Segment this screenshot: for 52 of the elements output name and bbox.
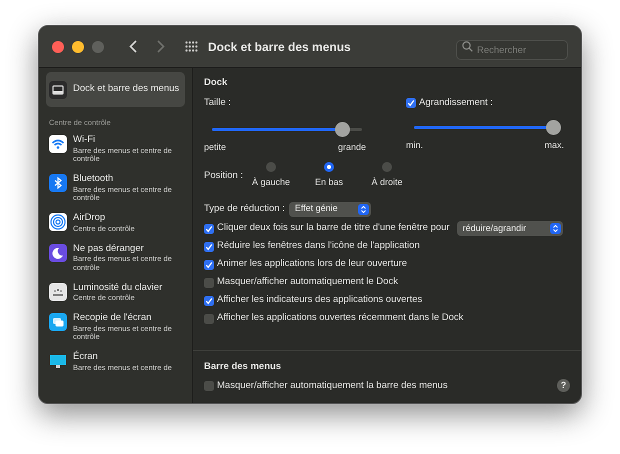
radio-label: À droite bbox=[371, 176, 403, 189]
min-label: petite bbox=[204, 140, 226, 154]
checkbox-label: Réduire les fenêtres dans l'icône de l'application bbox=[217, 239, 420, 254]
max-label: grande bbox=[338, 140, 366, 154]
grid-icon[interactable] bbox=[185, 41, 198, 52]
popup-label: Type de réduction : bbox=[204, 202, 285, 216]
wifi-icon bbox=[49, 135, 67, 154]
max-label: max. bbox=[544, 138, 564, 152]
min-label: min. bbox=[406, 138, 424, 152]
checkbox-label: Masquer/afficher automatiquement la barre des menus bbox=[217, 378, 448, 393]
help-button[interactable]: ? bbox=[557, 379, 570, 392]
display-icon bbox=[49, 352, 67, 370]
checkbox-label: Afficher les indicateurs des applications ouvertes bbox=[217, 293, 422, 308]
checkbox[interactable] bbox=[204, 242, 214, 252]
sidebar-item[interactable]: Dock et barre des menus bbox=[46, 72, 185, 107]
checkbox[interactable] bbox=[204, 314, 214, 324]
checkbox[interactable] bbox=[406, 98, 416, 108]
search-icon bbox=[462, 41, 473, 52]
section-title: Barre des menus bbox=[204, 360, 282, 374]
window-title: Dock et barre des menus bbox=[208, 38, 351, 56]
radio-button[interactable] bbox=[324, 162, 334, 172]
keyboard-icon bbox=[49, 282, 67, 301]
slider-label: Taille : bbox=[204, 96, 232, 110]
mirroring-icon bbox=[49, 313, 67, 332]
search-field[interactable]: Rechercher bbox=[456, 40, 568, 60]
section-title: Dock bbox=[204, 76, 228, 90]
radio-label: En bas bbox=[314, 176, 344, 189]
checkbox[interactable] bbox=[204, 224, 214, 234]
radio-group-label: Position : bbox=[204, 168, 244, 183]
checkbox-label: Animer les applications lors de leur ouverture bbox=[217, 257, 408, 272]
checkbox[interactable] bbox=[204, 278, 214, 288]
bluetooth-icon bbox=[49, 174, 67, 192]
popup-button[interactable]: réduire/agrandir bbox=[456, 221, 563, 236]
checkbox[interactable] bbox=[204, 296, 214, 306]
checkbox[interactable] bbox=[204, 380, 214, 391]
popup-button[interactable]: Effet génie bbox=[288, 202, 371, 216]
dock-icon bbox=[49, 80, 67, 98]
airdrop-icon bbox=[49, 213, 67, 232]
focus-icon bbox=[49, 244, 67, 262]
checkbox-label: Cliquer deux fois sur la barre de titre d'une fenêtre pour bbox=[217, 221, 450, 236]
minimize-button[interactable] bbox=[72, 40, 84, 52]
checkbox-label: Masquer/afficher automatiquement le Dock bbox=[217, 275, 398, 290]
radio-label: À gauche bbox=[252, 176, 290, 189]
chevrons-icon bbox=[358, 204, 369, 214]
checkbox[interactable] bbox=[204, 260, 214, 270]
checkbox-label: Afficher les applications ouvertes récemment dans le Dock bbox=[217, 311, 464, 326]
radio-button[interactable] bbox=[382, 162, 392, 172]
chevrons-icon bbox=[550, 223, 561, 234]
radio-button[interactable] bbox=[266, 162, 276, 172]
close-button[interactable] bbox=[52, 40, 64, 52]
checkbox-label: Agrandissement : bbox=[419, 96, 493, 110]
back-icon[interactable] bbox=[129, 40, 137, 53]
